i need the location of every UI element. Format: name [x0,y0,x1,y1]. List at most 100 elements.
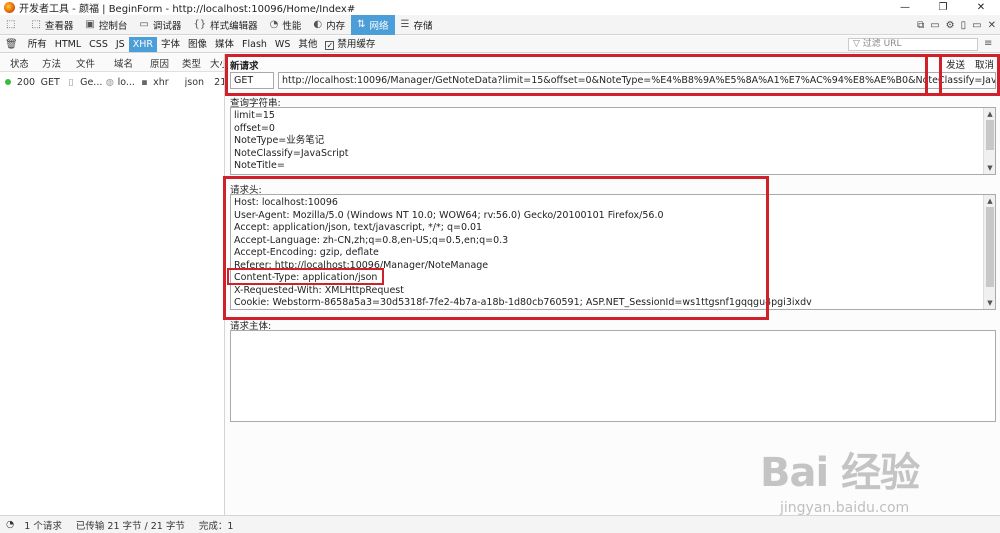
request-list: 状态 方法 文件 域名 原因 类型 大小 200 GET ▯ Ge... ◍ l… [0,54,225,515]
send-button[interactable]: 发送 [946,57,965,71]
element-picker-button[interactable]: ⬚ [0,15,25,35]
column-type[interactable]: 类型 [172,56,204,70]
tab-network[interactable]: ⇅ 网络 [351,14,395,35]
header-line-content-type: Content-Type: application/json [234,272,378,283]
column-size[interactable]: 大小 [204,56,224,70]
console-icon: ▣ [85,19,95,30]
row-cause: xhr [153,76,169,88]
new-request-panel: 新请求 发送 取消 GET http://localhost:10096/Man… [226,54,1000,515]
table-row[interactable]: 200 GET ▯ Ge... ◍ lo... ▪ xhr json 21 [0,74,224,90]
filter-xhr[interactable]: XHR [128,36,157,52]
column-cause[interactable]: 原因 [136,56,172,70]
cancel-button[interactable]: 取消 [975,57,994,71]
tab-memory-label: 内存 [326,20,346,32]
dock-side-icon[interactable]: ▯ [961,20,967,31]
filter-other[interactable]: 其他 [294,37,321,52]
column-file[interactable]: 文件 [62,56,98,70]
element-picker-icon: ⬚ [6,19,16,30]
performance-icon: ◔ [269,19,279,30]
filter-all[interactable]: 所有 [24,37,51,52]
scroll-down-icon[interactable]: ▼ [984,297,995,310]
filter-flash[interactable]: Flash [238,37,271,52]
close-button[interactable]: ✕ [962,0,1000,15]
devtools-toolbar: ⬚ ⬚ 查看器 ▣ 控制台 ▭ 调试器 {} 样式编辑器 ◔ 性能 ◐ 内存 ⇅ 网络 ☰ 存储 [0,14,1000,35]
tab-storage-label: 存储 [413,20,433,32]
tab-storage[interactable]: ☰ 存储 [395,15,439,35]
filter-js[interactable]: JS [112,37,129,52]
window-titlebar: 开发者工具 - 颜福 | BeginForm - http://localhos… [0,0,1000,15]
status-ok-icon [5,79,11,85]
tab-memory[interactable]: ◐ 内存 [307,15,351,35]
trash-icon[interactable]: 🗑 [5,39,18,50]
request-actions: 发送 取消 [946,57,994,71]
row-domain: lo... [117,76,135,88]
filter-css[interactable]: CSS [85,37,112,52]
request-list-header: 状态 方法 文件 域名 原因 类型 大小 [0,54,224,72]
network-icon: ⇅ [357,19,366,30]
query-line: NoteClassify=JavaScript [234,147,349,159]
row-file: Ge... [80,76,103,88]
more-menu-icon[interactable]: ≡ [984,38,992,49]
header-line: Referer: http://localhost:10096/Manager/… [234,259,489,271]
status-requests: 1 个请求 [24,520,62,532]
tab-style-editor[interactable]: {} 样式编辑器 [187,15,263,35]
scroll-down-icon[interactable]: ▼ [984,162,995,175]
tab-inspector-label: 查看器 [44,20,74,32]
query-scrollbar[interactable]: ▲ ▼ [983,108,995,174]
disable-cache-toggle[interactable]: ✓ 禁用缓存 [321,37,379,52]
toolbar-right-icons: ⧉ ▭ ⚙ ▯ ▭ ✕ [917,15,996,35]
scroll-thumb[interactable] [986,207,994,287]
filter-media[interactable]: 媒体 [211,37,238,52]
tab-network-label: 网络 [369,20,389,32]
window-title: 开发者工具 - 颜福 | BeginForm - http://localhos… [19,4,356,15]
scroll-up-icon[interactable]: ▲ [984,108,995,121]
responsive-mode-icon[interactable]: ▭ [930,20,939,31]
tab-debugger-label: 调试器 [152,20,182,32]
filter-images[interactable]: 图像 [184,37,211,52]
scroll-thumb[interactable] [986,120,994,150]
status-finished: 完成：1 [198,520,234,532]
request-body-textarea[interactable] [230,330,996,422]
file-icon: ▯ [68,76,74,88]
url-input[interactable]: http://localhost:10096/Manager/GetNoteDa… [278,72,996,89]
filter-ws[interactable]: WS [271,37,294,52]
style-editor-icon: {} [193,19,207,30]
disable-cache-label: 禁用缓存 [337,38,376,50]
header-line: Cookie: Webstorm-8658a5a3=30d5318f-7fe2-… [234,297,812,308]
globe-icon: ◍ [105,76,115,88]
performance-analysis-icon[interactable]: ◔ [6,519,14,530]
header-line: Accept-Language: zh-CN,zh;q=0.8,en-US;q=… [234,234,509,246]
filter-url-input[interactable]: ▽ 过滤 URL [848,38,978,51]
filter-fonts[interactable]: 字体 [157,37,184,52]
method-input[interactable]: GET [230,72,274,89]
tab-performance[interactable]: ◔ 性能 [264,15,308,35]
column-method[interactable]: 方法 [28,56,62,70]
gear-icon[interactable]: ⚙ [946,20,955,31]
split-console-icon[interactable]: ⧉ [917,20,924,31]
status-bar: ◔ 1 个请求 已传输 21 字节 / 21 字节 完成：1 [0,515,1000,533]
tab-performance-label: 性能 [282,20,302,32]
header-line: User-Agent: Mozilla/5.0 (Windows NT 10.0… [234,209,664,221]
filter-html[interactable]: HTML [51,37,85,52]
tab-debugger[interactable]: ▭ 调试器 [133,15,187,35]
minimize-button[interactable]: — [886,0,924,15]
restore-button[interactable]: ❐ [924,0,962,15]
request-headers-textarea[interactable]: Host: localhost:10096 User-Agent: Mozill… [230,194,996,310]
checkbox-checked-icon: ✓ [325,40,335,50]
query-string-textarea[interactable]: limit=15 offset=0 NoteType=业务笔记 NoteClas… [230,107,996,175]
tab-console[interactable]: ▣ 控制台 [79,15,133,35]
scroll-up-icon[interactable]: ▲ [984,195,995,208]
header-line: Host: localhost:10096 [234,197,338,208]
column-domain[interactable]: 域名 [98,56,136,70]
row-size: 21 [214,76,225,88]
query-line: limit=15 [234,110,275,121]
query-line: NoteTitle= [234,160,285,171]
header-line: Accept-Encoding: gzip, deflate [234,247,379,258]
column-status[interactable]: 状态 [0,56,28,70]
close-devtools-icon[interactable]: ✕ [988,20,996,31]
xhr-icon: ▪ [141,76,148,88]
inspector-icon: ⬚ [31,19,41,30]
dock-bottom-icon[interactable]: ▭ [972,20,981,31]
tab-inspector[interactable]: ⬚ 查看器 [25,15,79,35]
headers-scrollbar[interactable]: ▲ ▼ [983,195,995,309]
